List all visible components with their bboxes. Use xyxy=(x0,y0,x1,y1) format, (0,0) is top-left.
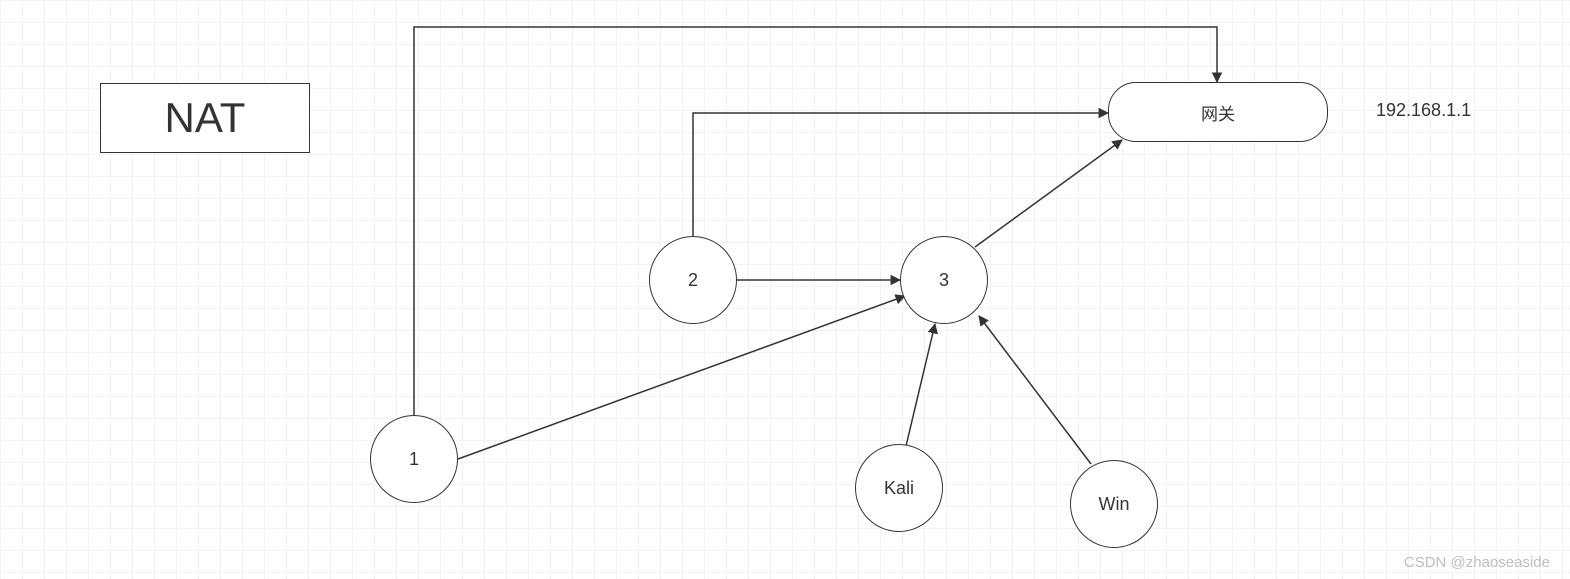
node-win: Win xyxy=(1070,460,1158,548)
edge-kali-to-3 xyxy=(906,324,935,446)
nat-label: NAT xyxy=(165,94,246,142)
node-3: 3 xyxy=(900,236,988,324)
nat-box: NAT xyxy=(100,83,310,153)
edge-3-to-gateway xyxy=(975,140,1122,247)
node-2: 2 xyxy=(649,236,737,324)
node-1: 1 xyxy=(370,415,458,503)
node-kali: Kali xyxy=(855,444,943,532)
node-3-label: 3 xyxy=(939,270,949,291)
gateway-node: 网关 xyxy=(1108,82,1328,142)
node-win-label: Win xyxy=(1099,494,1130,515)
watermark: CSDN @zhaoseaside xyxy=(1404,554,1550,571)
edge-win-to-3 xyxy=(979,316,1091,464)
edge-2-to-gateway xyxy=(693,113,1108,236)
node-2-label: 2 xyxy=(688,270,698,291)
gateway-label: 网关 xyxy=(1201,100,1235,125)
gateway-ip: 192.168.1.1 xyxy=(1376,100,1471,121)
node-1-label: 1 xyxy=(409,449,419,470)
edge-1-to-gateway xyxy=(414,27,1217,415)
diagram-canvas: { "nat_box": { "label": "NAT" }, "gatewa… xyxy=(0,0,1570,579)
node-kali-label: Kali xyxy=(884,478,914,499)
